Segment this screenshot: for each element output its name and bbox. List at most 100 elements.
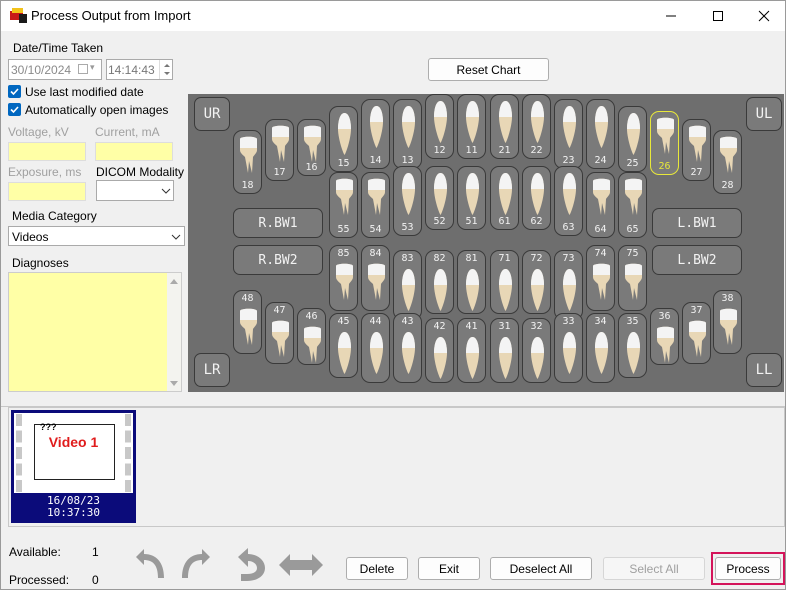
tooth-52-button[interactable]: 52 [425,166,454,230]
tooth-73-button[interactable]: 73 [554,250,583,320]
tooth-35-button[interactable]: 35 [618,313,647,378]
tooth-21-button[interactable]: 21 [490,94,519,159]
time-field[interactable]: 14:14:43 [106,59,173,80]
tooth-85-button[interactable]: 85 [329,245,358,311]
tooth-36-button[interactable]: 36 [650,308,679,365]
tooth-64-button[interactable]: 64 [586,172,615,238]
rotate-right-icon[interactable] [182,548,212,580]
tooth-74-button[interactable]: 74 [586,245,615,311]
tooth-18-button[interactable]: 18 [233,130,262,194]
tooth-63-button[interactable]: 63 [554,166,583,236]
bitewing-lbw1-button[interactable]: L.BW1 [652,208,742,238]
exit-button[interactable]: Exit [418,557,480,580]
tooth-84-button[interactable]: 84 [361,245,390,311]
tooth-53-button[interactable]: 53 [393,166,422,236]
film-frame: ??? Video 1 [16,414,131,492]
date-field[interactable]: 30/10/2024 ▾ [8,59,102,80]
tooth-41-button[interactable]: 41 [457,318,486,383]
process-button[interactable]: Process [715,557,781,580]
tooth-47-button[interactable]: 47 [265,302,294,364]
current-input[interactable] [95,142,173,161]
diagnoses-textarea[interactable] [8,272,182,392]
tooth-82-button[interactable]: 82 [425,250,454,314]
tooth-icon [491,267,520,313]
tooth-icon [523,171,552,217]
tooth-32-button[interactable]: 32 [522,318,551,383]
tooth-number: 54 [369,224,382,235]
tooth-43-button[interactable]: 43 [393,313,422,383]
delete-button[interactable]: Delete [346,557,408,580]
tooth-number: 37 [690,305,703,316]
exposure-label: Exposure, ms [8,165,82,179]
tooth-37-button[interactable]: 37 [682,302,711,364]
tooth-24-button[interactable]: 24 [586,99,615,169]
tooth-28-button[interactable]: 28 [713,130,742,194]
tooth-11-button[interactable]: 11 [457,94,486,159]
media-category-select[interactable]: Videos [8,226,185,246]
tooth-45-button[interactable]: 45 [329,313,358,378]
dicom-select[interactable] [96,180,174,201]
tooth-icon [491,99,520,145]
quadrant-ll-button[interactable]: LL [746,353,782,387]
tooth-13-button[interactable]: 13 [393,99,422,169]
video-thumbnail[interactable]: ??? Video 1 16/08/23 10:37:30 [11,410,136,523]
diagnoses-scrollbar[interactable] [167,273,181,391]
tooth-23-button[interactable]: 23 [554,99,583,169]
chevron-down-icon[interactable]: ▾ [90,62,95,73]
tooth-icon [683,319,712,365]
quadrant-ul-button[interactable]: UL [746,97,782,131]
tooth-38-button[interactable]: 38 [713,290,742,354]
rotate-left-icon[interactable] [134,548,164,580]
tooth-25-button[interactable]: 25 [618,106,647,172]
tooth-15-button[interactable]: 15 [329,106,358,172]
deselect-all-button[interactable]: Deselect All [490,557,592,580]
tooth-65-button[interactable]: 65 [618,172,647,238]
tooth-46-button[interactable]: 46 [297,308,326,365]
auto-open-checkbox[interactable] [8,103,21,116]
tooth-34-button[interactable]: 34 [586,313,615,383]
tooth-icon [426,267,455,313]
tooth-61-button[interactable]: 61 [490,166,519,230]
tooth-51-button[interactable]: 51 [457,166,486,230]
tooth-81-button[interactable]: 81 [457,250,486,314]
tooth-12-button[interactable]: 12 [425,94,454,159]
use-last-modified-checkbox[interactable] [8,85,21,98]
tooth-72-button[interactable]: 72 [522,250,551,314]
tooth-26-button[interactable]: 26 [650,111,679,175]
voltage-input[interactable] [8,142,86,161]
bitewing-rbw1-button[interactable]: R.BW1 [233,208,323,238]
tooth-27-button[interactable]: 27 [682,119,711,181]
tooth-44-button[interactable]: 44 [361,313,390,383]
tooth-71-button[interactable]: 71 [490,250,519,314]
bitewing-lbw2-button[interactable]: L.BW2 [652,245,742,275]
tooth-42-button[interactable]: 42 [425,318,454,383]
flip-horizontal-icon[interactable] [279,554,323,576]
tooth-22-button[interactable]: 22 [522,94,551,159]
tooth-icon [330,330,359,376]
exposure-input[interactable] [8,182,86,201]
quadrant-lr-button[interactable]: LR [194,353,230,387]
tooth-icon [619,177,648,223]
tooth-48-button[interactable]: 48 [233,290,262,354]
bitewing-rbw2-button[interactable]: R.BW2 [233,245,323,275]
flip-vertical-icon[interactable] [233,546,267,582]
tooth-62-button[interactable]: 62 [522,166,551,230]
tooth-16-button[interactable]: 16 [297,119,326,176]
tooth-31-button[interactable]: 31 [490,318,519,383]
quadrant-ur-button[interactable]: UR [194,97,230,131]
time-spinner[interactable] [159,60,173,79]
maximize-icon[interactable] [695,1,741,31]
tooth-33-button[interactable]: 33 [554,313,583,383]
reset-chart-button[interactable]: Reset Chart [428,58,549,81]
minimize-icon[interactable] [648,1,694,31]
calendar-checkbox[interactable] [78,64,88,74]
tooth-54-button[interactable]: 54 [361,172,390,238]
tooth-83-button[interactable]: 83 [393,250,422,320]
tooth-75-button[interactable]: 75 [618,245,647,311]
tooth-17-button[interactable]: 17 [265,119,294,181]
tooth-55-button[interactable]: 55 [329,172,358,238]
select-all-button[interactable]: Select All [603,557,705,580]
tooth-number: 11 [465,145,478,156]
tooth-14-button[interactable]: 14 [361,99,390,169]
close-icon[interactable] [741,1,786,31]
